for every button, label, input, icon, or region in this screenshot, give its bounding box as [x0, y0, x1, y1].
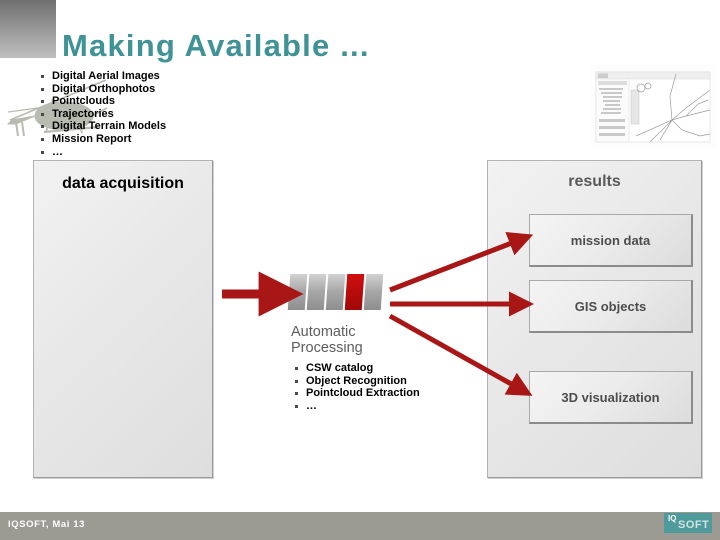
results-heading: results — [568, 173, 621, 190]
list-item: Object Recognition — [292, 375, 432, 388]
iqsoft-logo: IQ SOFT — [664, 513, 712, 533]
footer-bar — [0, 512, 720, 540]
list-item: Digital Orthophotos — [38, 83, 178, 96]
list-item: Mission Report — [38, 133, 178, 146]
data-acquisition-heading: data acquisition — [62, 175, 184, 192]
page-title: Making Available ... — [62, 28, 370, 63]
data-acquisition-list: Digital Aerial Images Digital Orthophoto… — [38, 70, 178, 158]
map-thumbnail-icon — [590, 64, 716, 148]
list-item: … — [38, 146, 178, 159]
list-item: Trajectories — [38, 108, 178, 121]
processing-segment — [306, 274, 327, 310]
list-item: CSW catalog — [292, 362, 432, 375]
processing-segment — [363, 274, 384, 310]
processing-segment — [287, 274, 308, 310]
list-item: Digital Aerial Images — [38, 70, 178, 83]
result-box-mission-data[interactable]: mission data — [529, 214, 693, 267]
automatic-processing-list: CSW catalog Object Recognition Pointclou… — [292, 362, 432, 412]
automatic-processing-title: Automatic Processing — [291, 324, 363, 356]
footer-text: IQSOFT, Mai 13 — [8, 519, 86, 530]
list-item: … — [292, 400, 432, 413]
processing-segment — [325, 274, 346, 310]
results-panel: results mission data GIS objects 3D visu… — [487, 160, 702, 478]
list-item: Pointclouds — [38, 95, 178, 108]
list-item: Digital Terrain Models — [38, 120, 178, 133]
decorative-corner-block — [0, 0, 56, 58]
list-item: Pointcloud Extraction — [292, 387, 432, 400]
result-box-gis-objects[interactable]: GIS objects — [529, 280, 693, 333]
processing-segments-icon — [287, 274, 384, 310]
result-box-3d-visualization[interactable]: 3D visualization — [529, 371, 693, 424]
data-acquisition-panel: data acquisition — [33, 160, 213, 478]
logo-mark: IQ — [668, 514, 677, 523]
logo-text: SOFT — [678, 519, 710, 531]
processing-segment-highlighted — [344, 274, 365, 310]
